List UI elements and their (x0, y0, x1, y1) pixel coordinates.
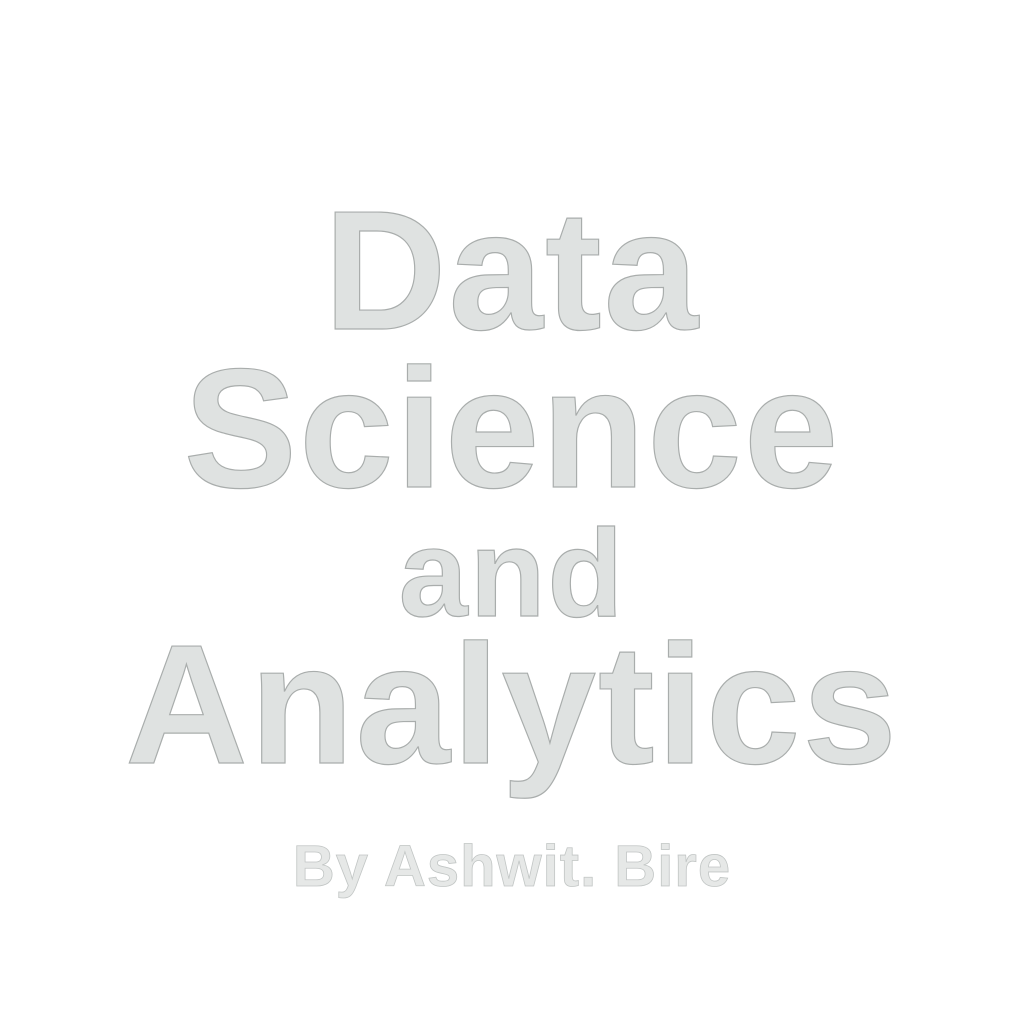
title-line-science: Science (183, 334, 841, 524)
title-line-data: Data (323, 176, 701, 366)
title-line-analytics: Analytics (124, 610, 899, 800)
author-byline: By Ashwit. Bire (292, 834, 732, 899)
cover-page: Data Science and Analytics By Ashwit. Bi… (0, 0, 1024, 1024)
